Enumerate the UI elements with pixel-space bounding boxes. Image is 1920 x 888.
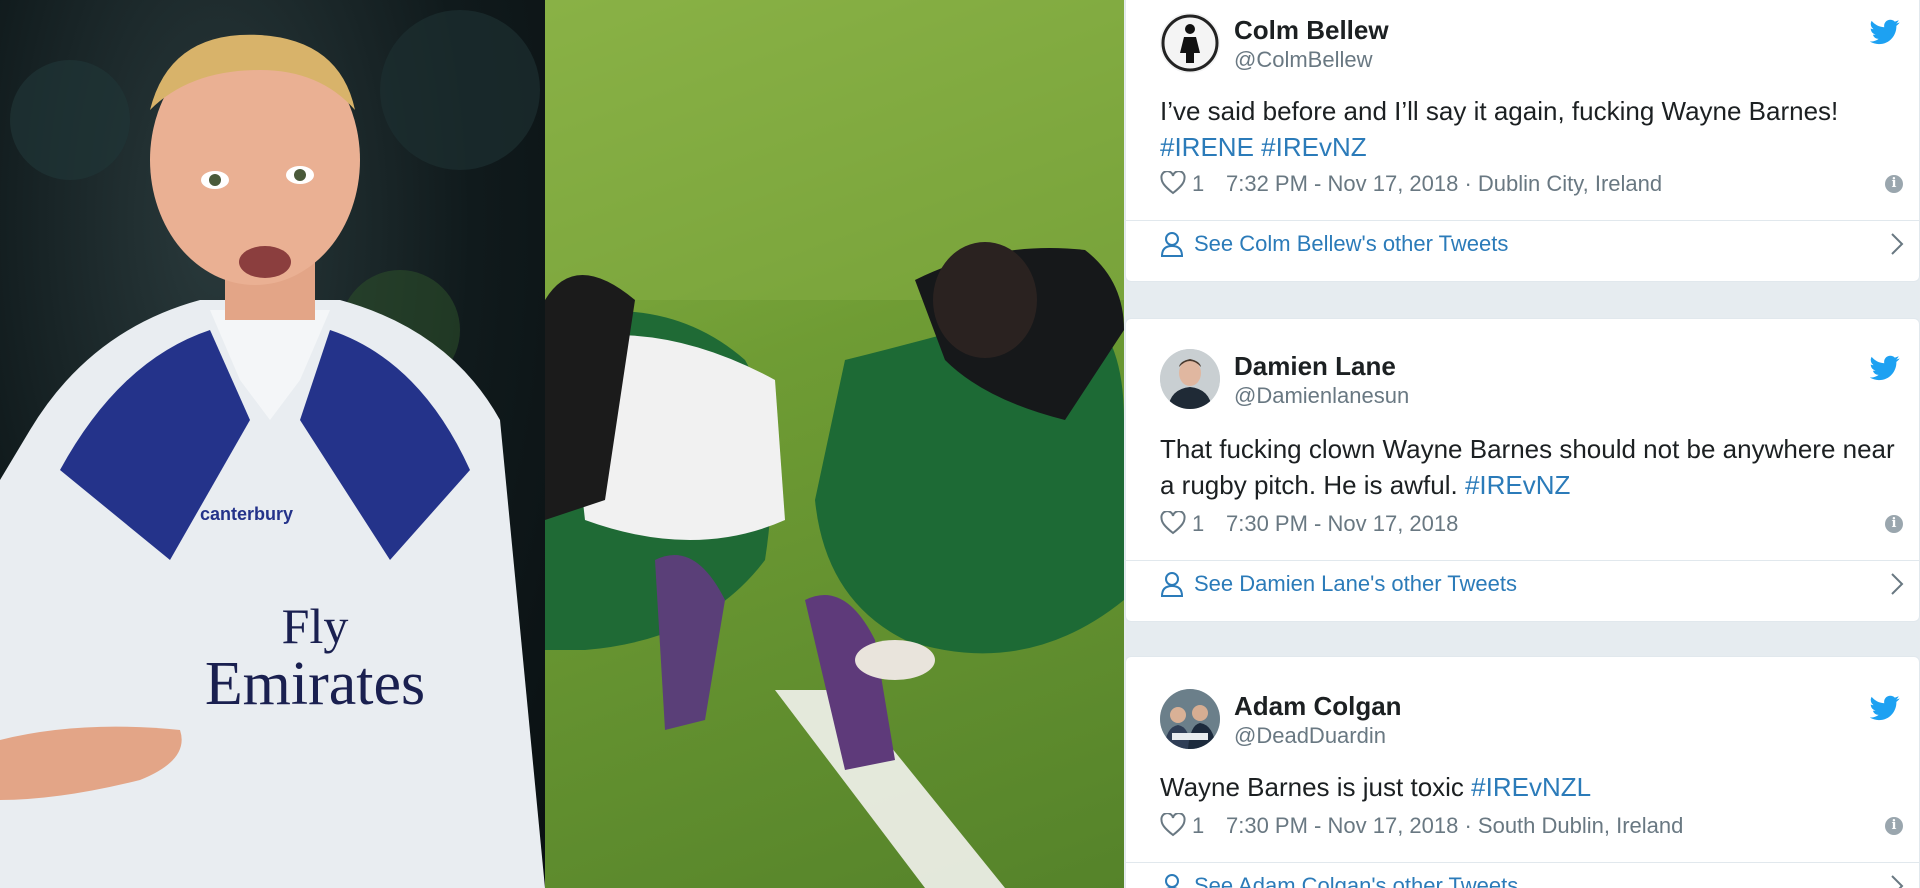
info-icon[interactable]: i <box>1885 175 1903 193</box>
tweet-meta: 1 7:30 PM - Nov 17, 2018 i <box>1160 509 1905 539</box>
tweet-body-line1: That fucking clown Wayne Barnes should n… <box>1160 434 1895 464</box>
tweet-timestamp[interactable]: 7:30 PM - Nov 17, 2018 · South Dublin, I… <box>1226 813 1683 839</box>
tweet-meta: 1 7:32 PM - Nov 17, 2018 · Dublin City, … <box>1160 169 1905 199</box>
tweet-timestamp[interactable]: 7:30 PM - Nov 17, 2018 <box>1226 511 1458 537</box>
chevron-right-icon <box>1889 231 1905 257</box>
twitter-bird-icon[interactable] <box>1870 695 1900 721</box>
hashtag-link[interactable]: #IRENE <box>1160 132 1254 162</box>
rugby-try-photo <box>545 0 1124 888</box>
avatar[interactable] <box>1160 13 1220 73</box>
tweet-card: Damien Lane @Damienlanesun That fucking … <box>1125 318 1920 622</box>
author-handle[interactable]: @Damienlanesun <box>1234 383 1409 409</box>
like-count: 1 <box>1192 171 1205 196</box>
person-icon <box>1160 571 1184 597</box>
see-other-tweets-link[interactable]: See Adam Colgan's other Tweets <box>1160 867 1905 888</box>
tweet-header: Damien Lane @Damienlanesun <box>1160 349 1900 421</box>
author-handle[interactable]: @DeadDuardin <box>1234 723 1386 749</box>
hashtag-link[interactable]: #IREvNZ <box>1261 132 1366 162</box>
person-icon <box>1160 231 1184 257</box>
svg-text:canterbury: canterbury <box>200 504 293 524</box>
divider <box>1126 220 1920 221</box>
referee-photo: canterbury Fly Emirates <box>0 0 545 888</box>
tweet-body-line2: a rugby pitch. He is awful. <box>1160 470 1458 500</box>
hashtag-link[interactable]: #IREvNZL <box>1471 772 1591 802</box>
see-other-tweets-label: See Colm Bellew's other Tweets <box>1194 231 1509 256</box>
heart-icon[interactable] <box>1160 812 1186 837</box>
see-other-tweets-link[interactable]: See Colm Bellew's other Tweets <box>1160 225 1905 265</box>
heart-icon[interactable] <box>1160 170 1186 195</box>
info-icon[interactable]: i <box>1885 515 1903 533</box>
info-icon[interactable]: i <box>1885 817 1903 835</box>
like-count: 1 <box>1192 813 1205 838</box>
see-other-tweets-label: See Damien Lane's other Tweets <box>1194 571 1517 596</box>
tweet-meta: 1 7:30 PM - Nov 17, 2018 · South Dublin,… <box>1160 811 1905 841</box>
heart-icon[interactable] <box>1160 510 1186 535</box>
tweet-header: Adam Colgan @DeadDuardin <box>1160 689 1900 761</box>
twitter-bird-icon[interactable] <box>1870 355 1900 381</box>
tweet-header: Colm Bellew @ColmBellew <box>1160 13 1900 85</box>
tweet-text: I’ve said before and I’ll say it again, … <box>1160 93 1905 165</box>
see-other-tweets-label: See Adam Colgan's other Tweets <box>1194 873 1519 888</box>
tweet-body: I’ve said before and I’ll say it again, … <box>1160 96 1839 126</box>
like-count: 1 <box>1192 511 1205 536</box>
author-name[interactable]: Colm Bellew <box>1234 15 1389 46</box>
avatar[interactable] <box>1160 689 1220 749</box>
tweet-timestamp[interactable]: 7:32 PM - Nov 17, 2018 · Dublin City, Ir… <box>1226 171 1662 197</box>
twitter-bird-icon[interactable] <box>1870 19 1900 45</box>
see-other-tweets-link[interactable]: See Damien Lane's other Tweets <box>1160 565 1905 605</box>
tweet-body: Wayne Barnes is just toxic <box>1160 772 1464 802</box>
tweet-card: Adam Colgan @DeadDuardin Wayne Barnes is… <box>1125 656 1920 888</box>
tweet-card: Colm Bellew @ColmBellew I’ve said before… <box>1125 0 1920 282</box>
avatar[interactable] <box>1160 349 1220 409</box>
tweets-column: Colm Bellew @ColmBellew I’ve said before… <box>1124 0 1920 888</box>
shirt-sponsor-line2: Emirates <box>204 650 426 718</box>
divider <box>1126 560 1920 561</box>
chevron-right-icon <box>1889 873 1905 888</box>
person-icon <box>1160 873 1184 888</box>
author-name[interactable]: Damien Lane <box>1234 351 1396 382</box>
tweet-text: Wayne Barnes is just toxic #IREvNZL <box>1160 769 1905 805</box>
divider <box>1126 862 1920 863</box>
tweet-text: That fucking clown Wayne Barnes should n… <box>1160 431 1905 503</box>
shirt-sponsor-line1: Fly <box>281 598 349 654</box>
shirt-sponsor-text: Fly Emirates <box>200 600 430 716</box>
author-name[interactable]: Adam Colgan <box>1234 691 1402 722</box>
chevron-right-icon <box>1889 571 1905 597</box>
author-handle[interactable]: @ColmBellew <box>1234 47 1372 73</box>
hashtag-link[interactable]: #IREvNZ <box>1465 470 1570 500</box>
